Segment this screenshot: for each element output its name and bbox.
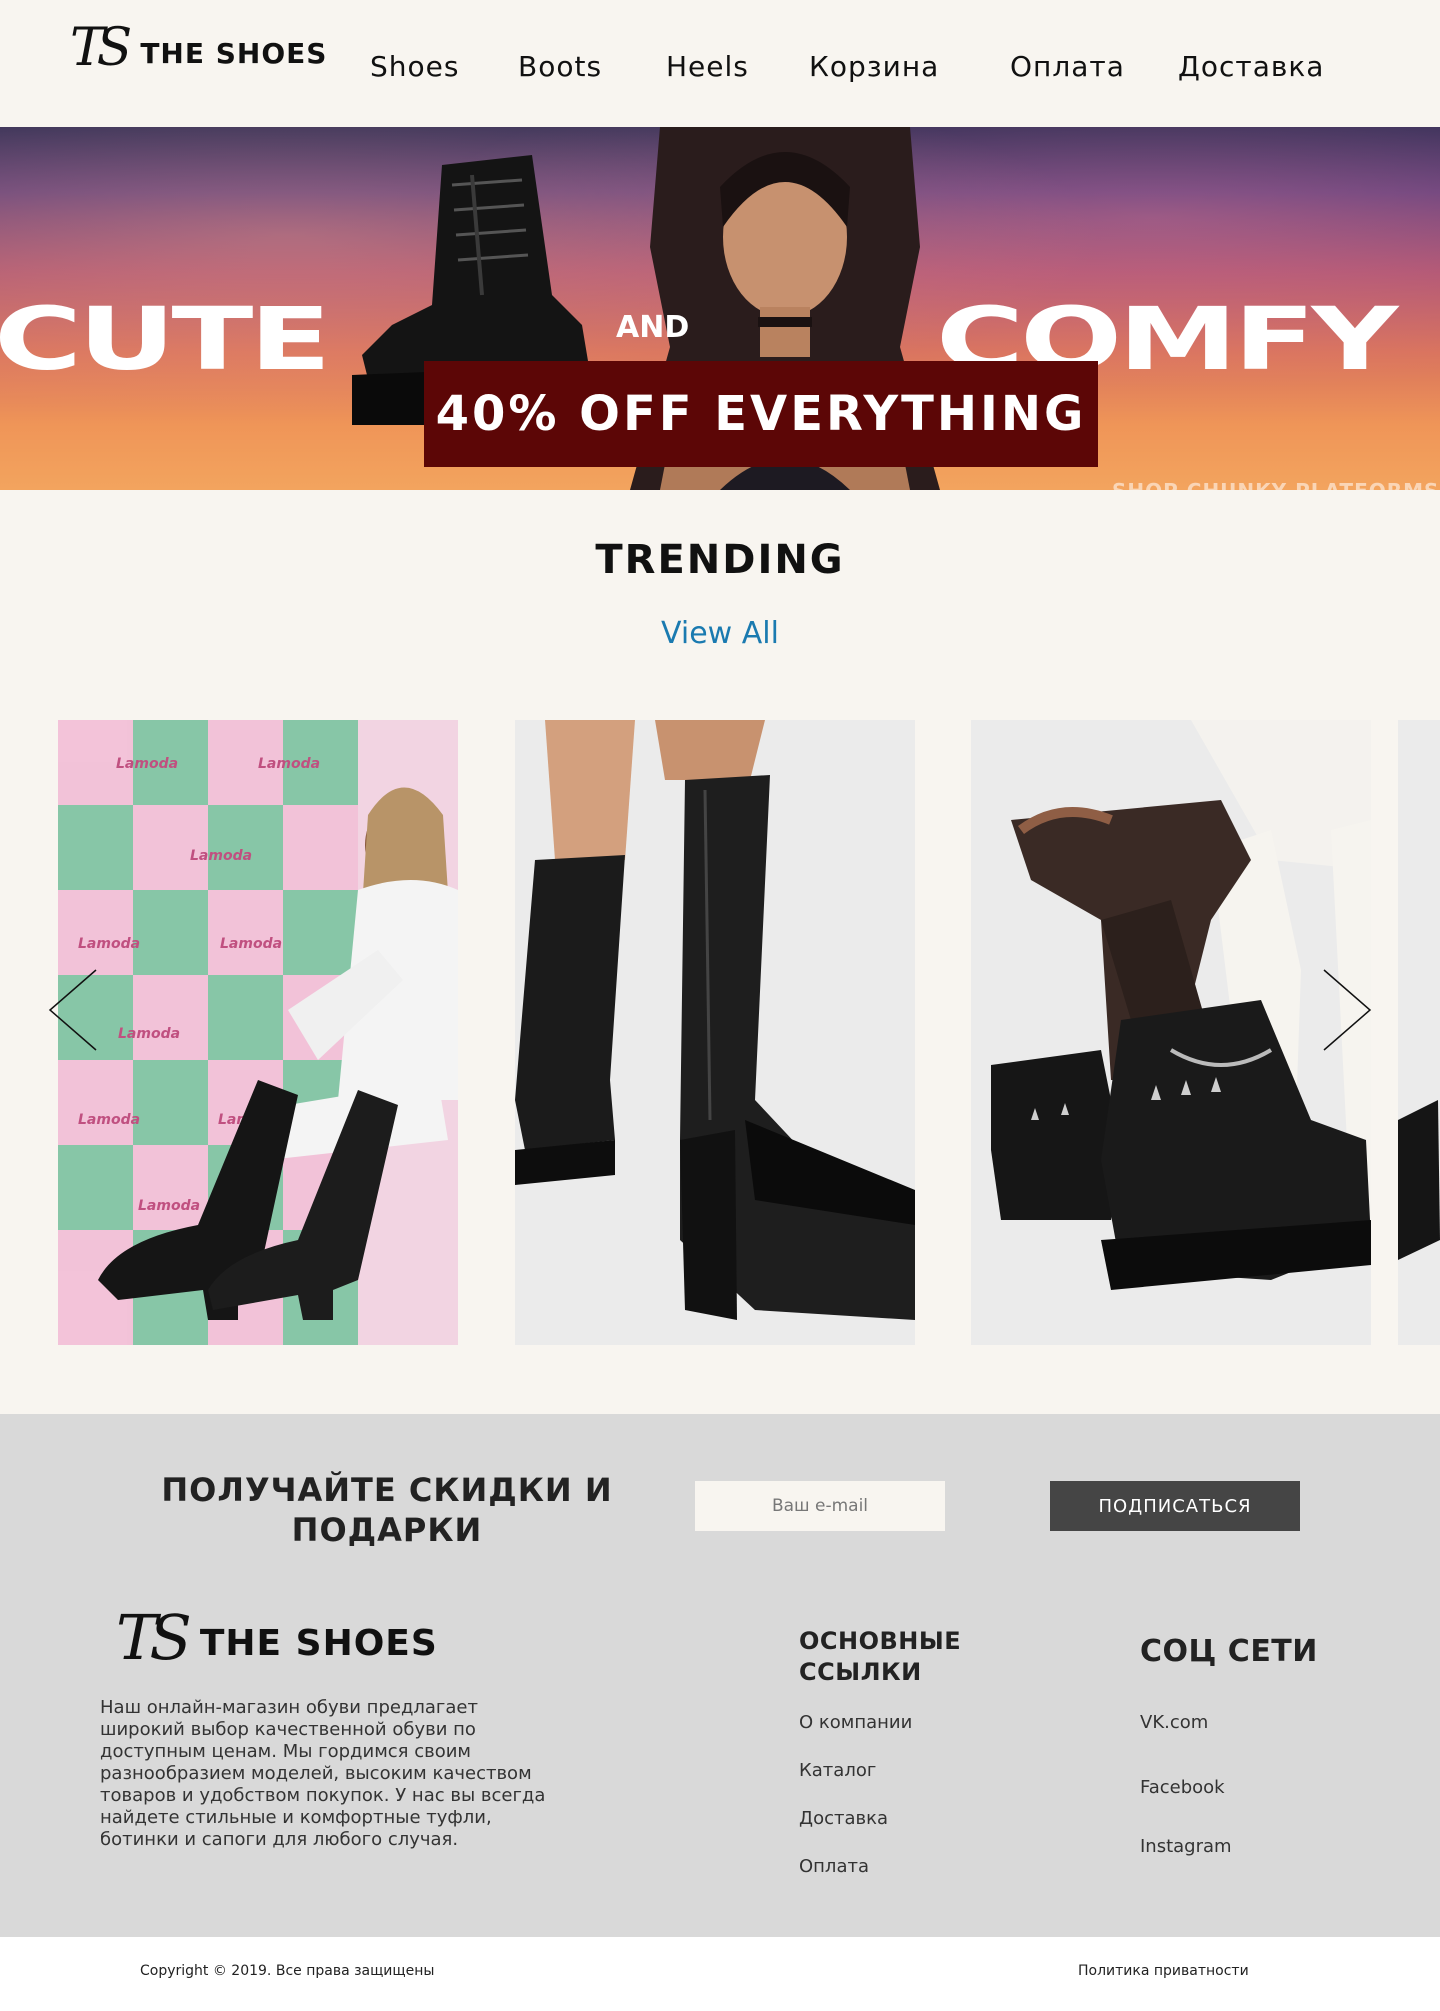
footer-links-title: ОСНОВНЫЕ ССЫЛКИ [799,1627,962,1686]
logo-text: THE SHOES [140,36,328,70]
product-image-4 [1398,720,1440,1345]
trending-title: TRENDING [595,537,845,583]
hero-word-and: AND [616,310,690,345]
nav-item-boots[interactable]: Boots [518,50,602,83]
product-image-3 [971,720,1371,1345]
subscribe-button[interactable]: ПОДПИСАТЬСЯ [1050,1481,1300,1531]
hero-banner[interactable]: CUTE COMFY AND 40% OFF EVERYTHING SHOP C… [0,127,1440,490]
chevron-right-icon [1323,969,1372,1051]
footer-link-payment[interactable]: Оплата [799,1856,869,1877]
product-image-2 [515,720,915,1345]
svg-text:Lamoda: Lamoda [116,756,178,772]
product-image-1: Lamoda Lamoda Lamoda Lamoda Lamoda Lamoda L… [58,720,458,1345]
footer-social-title: СОЦ СЕТИ [1140,1634,1318,1669]
footer-link-delivery[interactable]: Доставка [799,1808,888,1829]
footer-logo[interactable]: TS THE SHOES [116,1607,438,1669]
footer-link-instagram[interactable]: Instagram [1140,1836,1232,1857]
footer-logo-text: THE SHOES [199,1622,438,1664]
trending-carousel: Lamoda Lamoda Lamoda Lamoda Lamoda Lamoda L… [0,720,1440,1345]
carousel-prev-button[interactable] [44,960,104,1060]
hero-subtext: SHOP CHUNKY PLATFORMS [1112,479,1439,490]
product-card-1[interactable]: Lamoda Lamoda Lamoda Lamoda Lamoda Lamoda L… [58,720,458,1345]
nav-item-cart[interactable]: Корзина [809,50,939,83]
nav-item-delivery[interactable]: Доставка [1178,50,1324,83]
nav-item-payment[interactable]: Оплата [1010,50,1125,83]
product-card-4[interactable] [1398,720,1440,1345]
footer-logo-mark: TS [116,1601,192,1674]
footer-about-text: Наш онлайн-магазин обуви предлагает широ… [100,1697,546,1850]
product-card-2[interactable] [515,720,915,1345]
product-card-3[interactable] [971,720,1371,1345]
footer-link-facebook[interactable]: Facebook [1140,1777,1225,1798]
promo-banner-text: 40% OFF EVERYTHING [435,386,1087,442]
footer-link-catalog[interactable]: Каталог [799,1760,876,1781]
footer-link-about[interactable]: О компании [799,1712,912,1733]
carousel-next-button[interactable] [1316,960,1376,1060]
nav-item-shoes[interactable]: Shoes [370,50,459,83]
hero-word-left: CUTE [0,289,331,390]
email-field[interactable] [695,1481,945,1531]
svg-text:Lamoda: Lamoda [190,848,252,864]
site-header: TS THE SHOES Shoes Boots Heels Корзина О… [0,0,1440,127]
chevron-left-icon [48,969,97,1051]
nav-item-heels[interactable]: Heels [666,50,749,83]
promo-banner[interactable]: 40% OFF EVERYTHING [424,361,1098,467]
svg-text:Lamoda: Lamoda [220,936,282,952]
svg-text:Lamoda: Lamoda [78,936,140,952]
footer-link-vk[interactable]: VK.com [1140,1712,1208,1733]
site-logo[interactable]: TS THE SHOES [70,22,327,74]
view-all-link[interactable]: View All [0,616,1440,651]
logo-mark: TS [70,18,132,78]
svg-text:Lamoda: Lamoda [78,1112,140,1128]
privacy-policy-link[interactable]: Политика приватности [1078,1963,1249,1979]
svg-text:Lamoda: Lamoda [118,1026,180,1042]
copyright-text: Copyright © 2019. Все права защищены [140,1963,435,1979]
svg-text:Lamoda: Lamoda [258,756,320,772]
svg-text:Lamoda: Lamoda [138,1198,200,1214]
subscribe-title: ПОЛУЧАЙТЕ СКИДКИ И ПОДАРКИ [161,1471,613,1549]
